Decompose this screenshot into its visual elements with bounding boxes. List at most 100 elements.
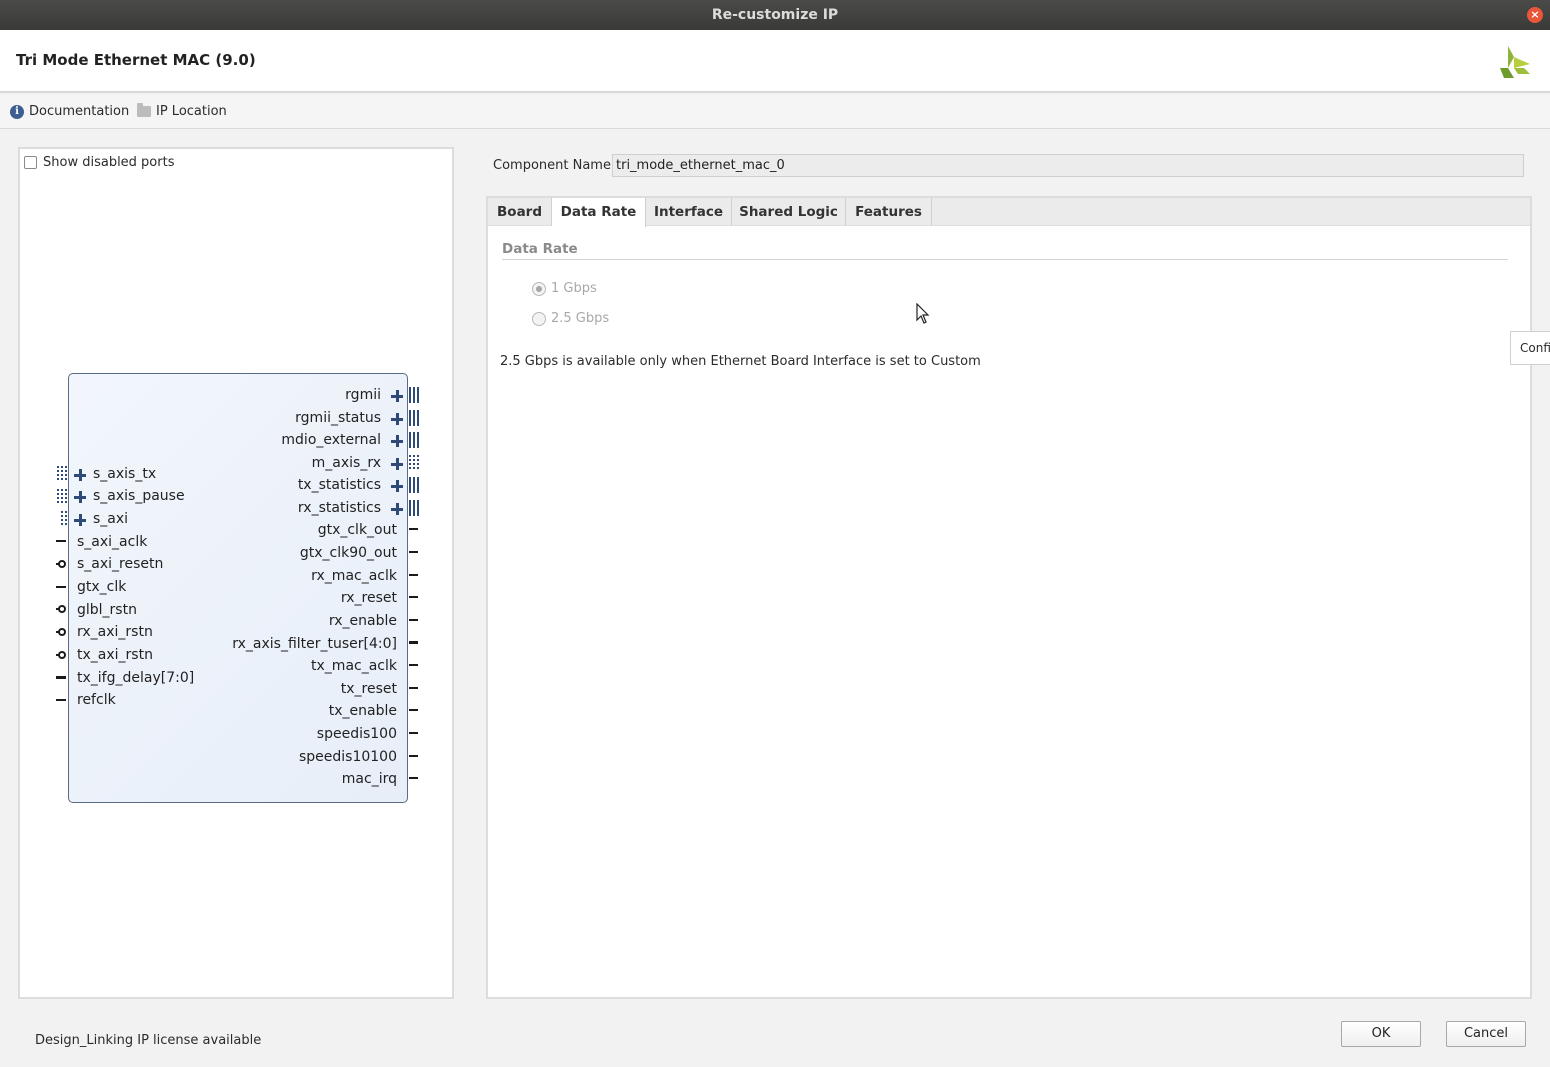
radio-button[interactable] xyxy=(532,311,546,326)
radio-button-selected[interactable] xyxy=(532,281,546,296)
radio-1gbps[interactable]: 1 Gbps xyxy=(532,281,597,296)
port-right: rgmii xyxy=(345,387,381,403)
pin-line xyxy=(409,574,418,576)
expand-plus-icon[interactable] xyxy=(391,503,403,515)
expand-plus-icon[interactable] xyxy=(391,413,403,425)
bus-pin-icon xyxy=(409,477,419,493)
bus-pin-icon xyxy=(409,500,419,516)
expand-plus-icon[interactable] xyxy=(74,469,86,481)
port-left: s_axis_tx xyxy=(93,466,157,482)
port-right: mdio_external xyxy=(281,432,381,448)
port-right: gtx_clk_out xyxy=(317,522,397,538)
pin-line xyxy=(56,699,66,701)
info-icon: i xyxy=(10,104,24,119)
tab-features[interactable]: Features xyxy=(846,198,932,226)
expand-plus-icon[interactable] xyxy=(74,491,86,503)
tab-board[interactable]: Board xyxy=(488,198,552,226)
section-divider xyxy=(502,259,1508,260)
port-right: rx_statistics xyxy=(297,500,381,516)
radio-2-5gbps[interactable]: 2.5 Gbps xyxy=(532,311,609,326)
ok-button[interactable]: OK xyxy=(1341,1021,1421,1047)
ip-toolbar: i Documentation IP Location xyxy=(0,95,1550,129)
pin-line xyxy=(409,596,418,598)
documentation-label: Documentation xyxy=(29,104,130,119)
tab-strip: Board Data Rate Interface Shared Logic F… xyxy=(488,198,1530,227)
pin-line xyxy=(409,755,418,757)
pin-line xyxy=(56,676,66,679)
ip-header: Tri Mode Ethernet MAC (9.0) xyxy=(0,30,1550,93)
show-disabled-ports-row[interactable]: Show disabled ports xyxy=(24,155,174,170)
folder-icon xyxy=(137,103,151,117)
port-left: s_axi_resetn xyxy=(77,556,164,572)
bus-pin-icon xyxy=(57,466,67,482)
radio-label: 2.5 Gbps xyxy=(551,311,610,326)
expand-plus-icon[interactable] xyxy=(74,514,86,526)
tab-data-rate[interactable]: Data Rate xyxy=(552,198,646,227)
pin-line xyxy=(409,641,418,644)
expand-plus-icon[interactable] xyxy=(391,480,403,492)
bus-pin-icon xyxy=(409,410,419,426)
port-right: speedis100 xyxy=(316,726,397,742)
port-right: speedis10100 xyxy=(298,749,397,765)
component-name-label: Component Name xyxy=(493,158,611,173)
bus-pin-icon xyxy=(409,387,419,403)
config-tabs-panel: Board Data Rate Interface Shared Logic F… xyxy=(486,196,1532,999)
port-right: gtx_clk90_out xyxy=(299,545,397,561)
port-right: m_axis_rx xyxy=(311,455,381,471)
port-right: rx_axis_filter_tuser[4:0] xyxy=(232,636,397,652)
documentation-link[interactable]: i Documentation xyxy=(10,104,129,119)
data-rate-section-title: Data Rate xyxy=(502,241,578,257)
expand-plus-icon[interactable] xyxy=(391,458,403,470)
tab-interface[interactable]: Interface xyxy=(646,198,732,226)
ip-block-symbol: rgmii rgmii_status mdio_external m_axis_… xyxy=(68,373,408,803)
bus-pin-icon xyxy=(57,489,67,505)
port-right: tx_statistics xyxy=(297,477,381,493)
ip-title: Tri Mode Ethernet MAC (9.0) xyxy=(16,51,256,69)
component-name-input[interactable]: tri_mode_ethernet_mac_0 xyxy=(612,154,1524,177)
window-title-bar: Re-customize IP × xyxy=(0,0,1550,30)
ip-location-link[interactable]: IP Location xyxy=(137,103,227,119)
port-left: glbl_rstn xyxy=(77,602,137,618)
bus-pin-icon xyxy=(409,455,419,471)
tab-shared-logic[interactable]: Shared Logic xyxy=(732,198,846,226)
radio-label: 1 Gbps xyxy=(551,281,597,296)
close-icon[interactable]: × xyxy=(1527,7,1543,23)
data-rate-note: 2.5 Gbps is available only when Ethernet… xyxy=(500,354,981,369)
pin-line xyxy=(409,732,418,734)
bus-pin-icon xyxy=(409,432,419,448)
port-right: tx_mac_aclk xyxy=(311,658,397,674)
port-right: rx_reset xyxy=(340,590,397,606)
xilinx-logo-icon xyxy=(1500,46,1530,78)
inverted-pin-icon xyxy=(58,628,66,636)
window-title: Re-customize IP xyxy=(711,7,839,23)
port-left: gtx_clk xyxy=(77,579,127,595)
port-right: rx_mac_aclk xyxy=(311,568,397,584)
inverted-pin-icon xyxy=(58,560,66,568)
port-left: tx_axi_rstn xyxy=(77,647,153,663)
config-area: Component Name tri_mode_ethernet_mac_0 B… xyxy=(486,147,1550,999)
license-status: Design_Linking IP license available xyxy=(35,1033,262,1048)
port-left: rx_axi_rstn xyxy=(77,624,153,640)
port-left: s_axis_pause xyxy=(93,488,185,504)
inverted-pin-icon xyxy=(58,651,66,659)
bus-pin-icon xyxy=(57,511,67,527)
tooltip: Confi xyxy=(1510,331,1550,365)
pin-line xyxy=(409,709,418,711)
pin-line xyxy=(409,687,418,689)
port-right: rgmii_status xyxy=(295,410,381,426)
port-right: rx_enable xyxy=(328,613,397,629)
port-right: tx_reset xyxy=(340,681,397,697)
port-right: mac_irq xyxy=(341,771,397,787)
ip-location-label: IP Location xyxy=(156,104,227,119)
cancel-button[interactable]: Cancel xyxy=(1446,1021,1526,1047)
ip-symbol-panel: Show disabled ports rgmii rgmii_status m… xyxy=(18,147,454,999)
pin-line xyxy=(409,619,418,621)
port-left: tx_ifg_delay[7:0] xyxy=(77,670,195,686)
expand-plus-icon[interactable] xyxy=(391,390,403,402)
pin-line xyxy=(409,664,418,666)
show-disabled-ports-label: Show disabled ports xyxy=(43,155,175,170)
show-disabled-ports-checkbox[interactable] xyxy=(24,156,37,169)
expand-plus-icon[interactable] xyxy=(391,435,403,447)
port-left: s_axi_aclk xyxy=(77,534,148,550)
inverted-pin-icon xyxy=(58,605,66,613)
